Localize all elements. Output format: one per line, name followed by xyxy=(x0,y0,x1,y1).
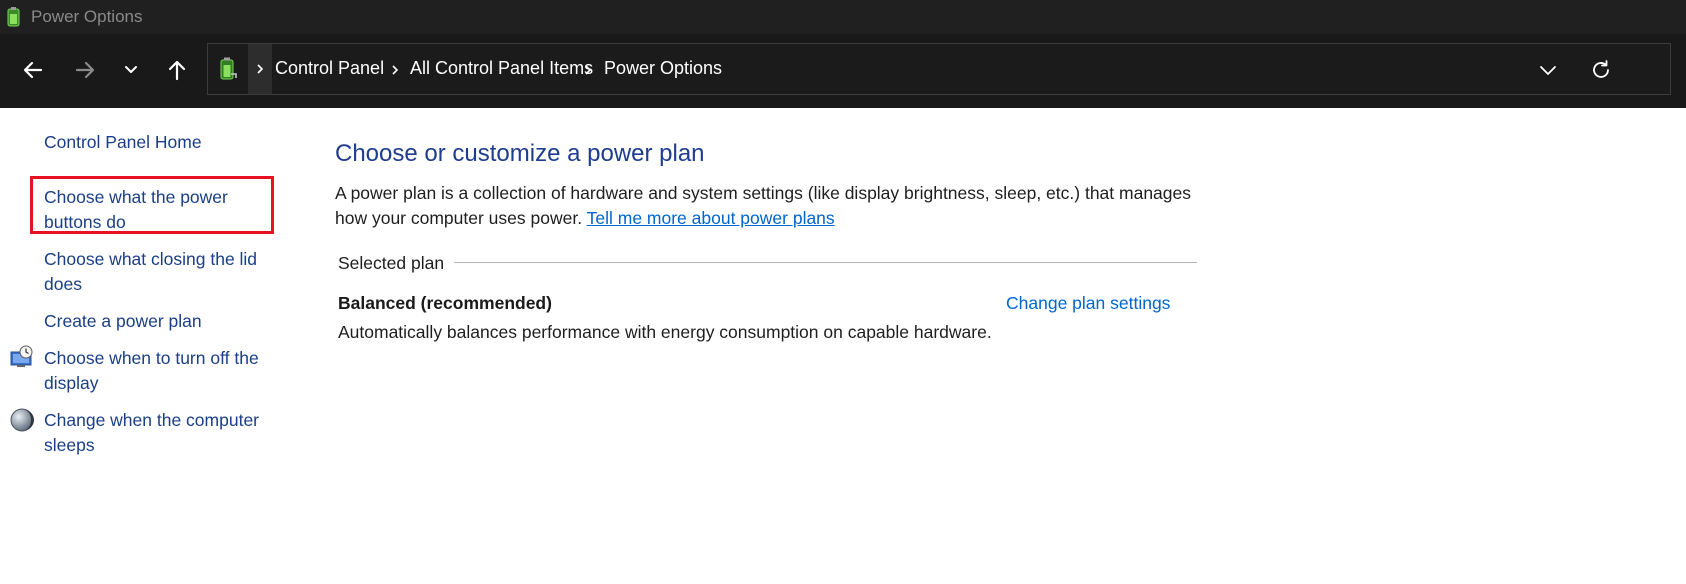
arrow-right-icon xyxy=(75,61,95,79)
breadcrumb-control-panel[interactable]: Control Panel xyxy=(275,58,384,79)
change-plan-settings-link[interactable]: Change plan settings xyxy=(1006,293,1170,314)
moon-icon xyxy=(9,407,35,438)
root-breadcrumb-separator[interactable] xyxy=(248,44,272,94)
refresh-button[interactable] xyxy=(1585,56,1617,84)
address-history-dropdown[interactable] xyxy=(1533,56,1563,84)
chevron-down-icon xyxy=(1540,66,1556,75)
turn-off-display-link[interactable]: Choose when to turn off the display xyxy=(44,348,259,393)
window-title: Power Options xyxy=(31,7,143,26)
battery-plug-icon xyxy=(208,44,248,94)
chevron-down-icon xyxy=(125,66,137,73)
section-divider xyxy=(454,262,1197,263)
arrow-left-icon xyxy=(23,61,43,79)
chevron-right-icon xyxy=(257,64,264,74)
navigation-bar: Control Panel All Control Panel Items Po… xyxy=(0,34,1686,108)
create-power-plan-link[interactable]: Create a power plan xyxy=(44,311,202,331)
plan-name: Balanced (recommended) xyxy=(338,293,552,313)
recent-locations-button[interactable] xyxy=(113,52,149,88)
arrow-up-icon xyxy=(168,60,186,81)
chevron-right-icon[interactable] xyxy=(583,63,593,81)
control-panel-home-link[interactable]: Control Panel Home xyxy=(44,132,202,152)
computer-sleeps-link[interactable]: Change when the computer sleeps xyxy=(44,410,259,455)
breadcrumb-all-control-panel-items[interactable]: All Control Panel Items xyxy=(410,58,593,79)
selected-plan-label: Selected plan xyxy=(338,253,445,273)
plan-description: Automatically balances performance with … xyxy=(338,322,992,342)
learn-more-link[interactable]: Tell me more about power plans xyxy=(587,208,835,228)
up-button[interactable] xyxy=(159,52,195,88)
back-button[interactable] xyxy=(15,52,51,88)
refresh-icon xyxy=(1593,60,1609,78)
breadcrumb-power-options[interactable]: Power Options xyxy=(604,58,722,79)
page-description: A power plan is a collection of hardware… xyxy=(335,181,1215,231)
address-bar[interactable]: Control Panel All Control Panel Items Po… xyxy=(207,43,1671,95)
monitor-clock-icon xyxy=(9,345,35,374)
page-title: Choose or customize a power plan xyxy=(335,140,705,167)
power-options-app-icon xyxy=(4,6,24,33)
chevron-right-icon[interactable] xyxy=(390,63,400,81)
forward-button[interactable] xyxy=(67,52,103,88)
power-buttons-link[interactable]: Choose what the power buttons do xyxy=(44,187,228,232)
title-bar: Power Options xyxy=(0,0,1686,34)
closing-lid-link[interactable]: Choose what closing the lid does xyxy=(44,249,257,294)
